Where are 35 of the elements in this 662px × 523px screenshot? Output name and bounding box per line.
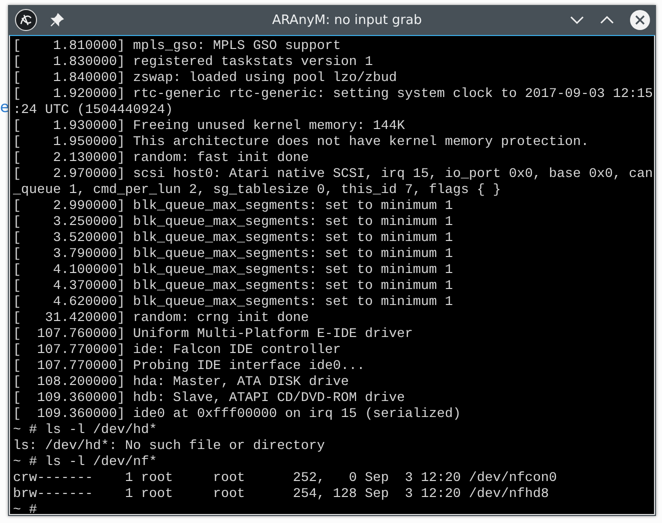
terminal-line: [ 107.770000] ide: Falcon IDE controller (13, 343, 342, 359)
terminal-line: [ 4.100000] blk_queue_max_segments: set to minimum 1 (13, 263, 454, 279)
terminal-line: [ 1.950000] This architecture does not have kernel memory protection. (13, 135, 590, 151)
terminal-line: [ 1.840000] zswap: loaded using pool lzo/zbud (13, 71, 398, 87)
terminal-line: _queue 1, cmd_per_lun 2, sg_tablesize 0, this_id 7, flags { } (13, 183, 502, 199)
terminal-line: ls: /dev/hd*: No such file or directory (13, 439, 326, 455)
window-title: ARAnyM: no input grab (271, 12, 423, 28)
terminal-line: :24 UTC (1504440924) (13, 103, 174, 119)
terminal-line: crw------- 1 root root 252, 0 Sep 3 12:20 /dev/nfcon0 (13, 471, 558, 487)
terminal-line: [ 3.250000] blk_queue_max_segments: set to minimum 1 (13, 215, 454, 231)
close-icon[interactable] (630, 10, 650, 30)
terminal-line: [ 2.970000] scsi host0: Atari native SCSI, irq 15, io_port 0x0, base 0x0, can (13, 167, 654, 183)
terminal-line: [ 4.370000] blk_queue_max_segments: set to minimum 1 (13, 279, 454, 295)
terminal-line: [ 1.930000] Freeing unused kernel memory: 144K (13, 119, 406, 135)
pin-icon[interactable] (50, 13, 64, 27)
terminal-line: [ 107.770000] Probing IDE interface ide0... (13, 359, 366, 375)
terminal-line: [ 1.920000] rtc-generic rtc-generic: setting system clock to 2017-09-03 12:15 (13, 87, 654, 103)
terminal-line: [ 108.200000] hda: Master, ATA DISK drive (13, 375, 350, 391)
terminal-line: [ 31.420000] random: crng init done (13, 311, 310, 327)
terminal-line: [ 3.790000] blk_queue_max_segments: set to minimum 1 (13, 247, 454, 263)
terminal-line: [ 1.830000] registered taskstats version 1 (13, 55, 374, 71)
terminal-line: [ 109.360000] hdb: Slave, ATAPI CD/DVD-ROM drive (13, 391, 406, 407)
background-text: e (0, 98, 10, 116)
terminal-line: ~ # (13, 503, 38, 514)
terminal-line: [ 109.360000] ide0 at 0xfff00000 on irq 15 (serialized) (13, 407, 462, 423)
app-icon (15, 9, 37, 31)
terminal-line: [ 1.810000] mpls_gso: MPLS GSO support (13, 39, 342, 55)
terminal-line: [ 2.990000] blk_queue_max_segments: set to minimum 1 (13, 199, 454, 215)
terminal-line: [ 107.760000] Uniform Multi-Platform E-IDE driver (13, 327, 414, 343)
terminal-line: ~ # ls -l /dev/nf* (13, 455, 158, 471)
terminal-line: ~ # ls -l /dev/hd* (13, 423, 158, 439)
terminal-line: [ 3.520000] blk_queue_max_segments: set to minimum 1 (13, 231, 454, 247)
terminal-line: [ 2.130000] random: fast init done (13, 151, 310, 167)
terminal-line: [ 4.620000] blk_queue_max_segments: set to minimum 1 (13, 295, 454, 311)
terminal-line: brw------- 1 root root 254, 128 Sep 3 12:20 /dev/nfhd8 (13, 487, 550, 503)
